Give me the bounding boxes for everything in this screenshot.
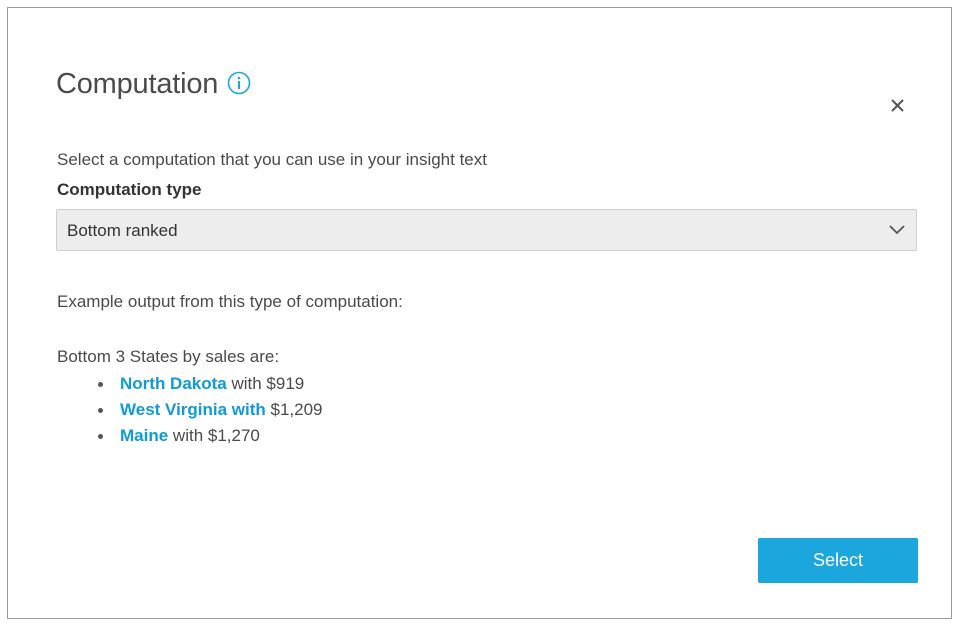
bullet (98, 408, 103, 413)
dialog-description: Select a computation that you can use in… (57, 150, 487, 169)
computation-type-value: Bottom ranked (67, 221, 178, 240)
info-icon[interactable] (227, 71, 251, 95)
list-item: Maine with $1,270 (90, 423, 323, 449)
title-row: Computation (56, 68, 251, 101)
computation-type-select[interactable]: Bottom ranked (56, 209, 917, 251)
example-list: North Dakota with $919 West Virginia wit… (90, 371, 323, 449)
list-item: West Virginia with $1,209 (90, 397, 323, 423)
item-text: with $1,270 (168, 426, 260, 445)
chevron-down-icon (888, 223, 906, 237)
state-link[interactable]: North Dakota (120, 374, 227, 393)
close-icon[interactable] (886, 94, 910, 118)
bullet (98, 434, 103, 439)
example-heading: Bottom 3 States by sales are: (57, 347, 280, 366)
list-item: North Dakota with $919 (90, 371, 323, 397)
state-link[interactable]: West Virginia with (120, 400, 266, 419)
item-text: with $919 (226, 374, 305, 393)
computation-dialog: Computation Select a computation that yo… (7, 7, 952, 619)
item-text: $1,209 (265, 400, 323, 419)
example-output-label: Example output from this type of computa… (57, 292, 403, 311)
bullet (98, 382, 103, 387)
select-button[interactable]: Select (758, 538, 918, 583)
dialog-title: Computation (56, 68, 219, 100)
state-link[interactable]: Maine (120, 426, 168, 445)
computation-type-label: Computation type (57, 180, 202, 199)
